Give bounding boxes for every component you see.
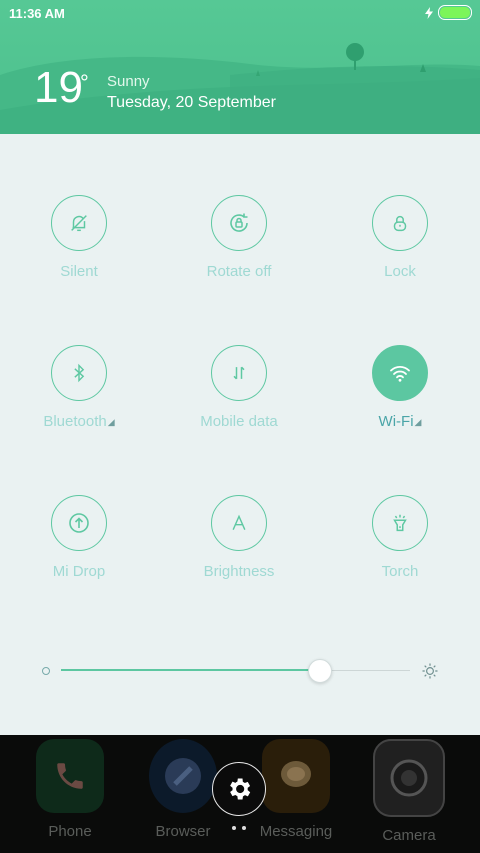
toggle-wifi[interactable]: Wi-Fi◢ — [330, 345, 470, 430]
wifi-toggle-button[interactable] — [372, 345, 428, 401]
brightness-low-icon — [42, 667, 50, 675]
brightness-toggle-button[interactable] — [211, 495, 267, 551]
gear-icon — [230, 778, 251, 800]
slider-thumb[interactable] — [308, 659, 333, 683]
phone-icon — [36, 739, 104, 813]
status-icons — [424, 5, 472, 20]
page-indicator — [232, 826, 246, 830]
toggle-bluetooth[interactable]: Bluetooth◢ — [9, 345, 149, 430]
toggle-label: Wi-Fi◢ — [330, 413, 470, 430]
silent-bell-icon — [71, 215, 87, 232]
settings-button[interactable] — [212, 762, 266, 816]
toggle-torch[interactable]: Torch — [330, 495, 470, 580]
charging-icon — [425, 6, 433, 19]
mobile-data-toggle-button[interactable] — [211, 345, 267, 401]
mi-drop-icon — [69, 513, 89, 533]
rotate-toggle-button[interactable] — [211, 195, 267, 251]
toggle-label: Silent — [60, 263, 98, 280]
weather-header: 11:36 AM 19 ° Sunny Tuesday, 20 Septembe… — [0, 0, 480, 134]
app-label: Messaging — [259, 823, 333, 840]
rotate-lock-icon — [230, 213, 248, 232]
lock-toggle-button[interactable] — [372, 195, 428, 251]
toggle-label-text: Bluetooth — [43, 413, 107, 430]
app-label: Phone — [48, 823, 92, 840]
mobile-data-icon — [233, 366, 245, 380]
toggle-rotate[interactable]: Rotate off — [169, 195, 309, 280]
expand-triangle-icon: ◢ — [414, 416, 422, 427]
slider-fill — [61, 669, 320, 671]
toggle-label: Rotate off — [206, 263, 272, 280]
battery-level — [440, 7, 470, 18]
toggle-silent[interactable]: Silent — [9, 195, 149, 280]
bluetooth-toggle-button[interactable] — [51, 345, 107, 401]
battery-icon — [438, 5, 472, 20]
toggle-label: Mi Drop — [52, 563, 106, 580]
silent-toggle-button[interactable] — [51, 195, 107, 251]
page-dot — [242, 826, 246, 830]
slider-track[interactable] — [61, 659, 410, 683]
camera-icon — [373, 739, 445, 817]
expand-triangle-icon: ◢ — [107, 416, 115, 427]
toggle-label: Lock — [384, 263, 416, 280]
date: Tuesday, 20 September — [107, 94, 276, 111]
dock-app-browser[interactable]: Browser — [143, 739, 223, 840]
browser-icon — [149, 739, 217, 813]
page-dot — [232, 826, 236, 830]
temperature: 19 — [34, 63, 83, 112]
toggle-label: Bluetooth◢ — [9, 413, 149, 430]
toggle-lock[interactable]: Lock — [330, 195, 470, 280]
degree-symbol: ° — [80, 70, 89, 95]
wifi-icon — [390, 366, 410, 382]
mi-drop-toggle-button[interactable] — [51, 495, 107, 551]
dock-app-messaging[interactable]: Messaging — [256, 739, 336, 840]
brightness-auto-icon — [232, 514, 246, 530]
toggle-mobile-data[interactable]: Mobile data — [169, 345, 309, 430]
lock-icon — [393, 215, 407, 232]
bluetooth-icon — [74, 363, 85, 383]
torch-icon — [393, 514, 407, 532]
toggle-mi-drop[interactable]: Mi Drop — [9, 495, 149, 580]
toggle-label-text: Wi-Fi — [378, 413, 414, 430]
status-time: 11:36 AM — [9, 6, 65, 21]
torch-toggle-button[interactable] — [372, 495, 428, 551]
app-label: Camera — [382, 827, 436, 844]
toggle-label: Brightness — [203, 563, 275, 580]
app-label: Browser — [155, 823, 211, 840]
toggle-label: Torch — [381, 563, 419, 580]
toggle-brightness[interactable]: Brightness — [169, 495, 309, 580]
dock-app-phone[interactable]: Phone — [30, 739, 110, 840]
messaging-icon — [262, 739, 330, 813]
weather-condition: Sunny — [107, 73, 150, 90]
toggle-label: Mobile data — [200, 413, 278, 430]
brightness-slider[interactable] — [40, 659, 440, 683]
quick-settings-panel: Silent Rotate off Lock Bluetooth◢ Mobile… — [0, 134, 480, 735]
dock-app-camera[interactable]: Camera — [369, 739, 449, 844]
brightness-high-icon — [422, 663, 438, 679]
